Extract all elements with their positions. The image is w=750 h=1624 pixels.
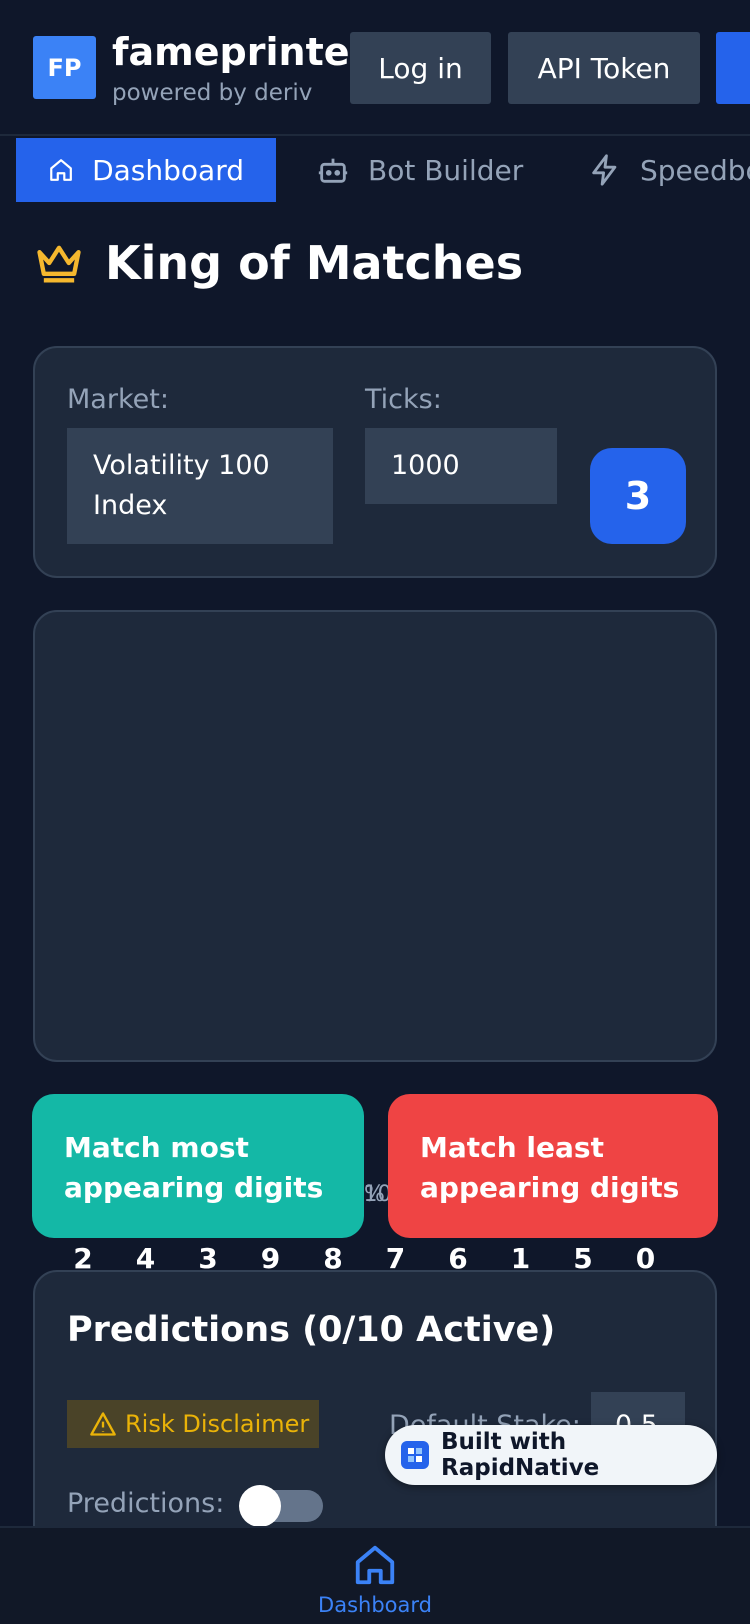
tab-label: Speedbo <box>640 153 750 187</box>
settings-card: Market: Volatility 100 Index Ticks: 1000… <box>33 346 717 578</box>
match-most-button[interactable]: Match most appearing digits <box>32 1094 364 1238</box>
rapidnative-badge[interactable]: Built with RapidNative <box>385 1425 717 1485</box>
risk-disclaimer-label: Risk Disclaimer <box>125 1410 310 1438</box>
predictions-card: Predictions (0/10 Active) Risk Disclaime… <box>33 1270 717 1570</box>
selected-digit-button[interactable]: 3 <box>590 448 686 544</box>
tab-label: Bot Builder <box>368 153 524 187</box>
ticks-label: Ticks: <box>365 384 442 415</box>
signup-button[interactable] <box>716 32 750 104</box>
tab-dashboard[interactable]: Dashboard <box>16 138 276 202</box>
bottom-nav: Dashboard <box>0 1526 750 1624</box>
digit-stats-card: 11.30%210.90%410.30%310.30%910.20%810.00… <box>33 610 717 1275</box>
predictions-toggle[interactable] <box>239 1485 323 1527</box>
market-select[interactable]: Volatility 100 Index <box>67 428 333 544</box>
home-icon <box>355 1545 395 1585</box>
bot-icon <box>318 158 348 183</box>
nav-tabs: Dashboard Bot Builder Speedbo <box>0 138 750 202</box>
bottom-nav-dashboard[interactable]: Dashboard <box>315 1542 435 1617</box>
rapidnative-icon <box>401 1441 429 1469</box>
lightning-icon <box>592 154 617 186</box>
toggle-knob <box>239 1485 281 1527</box>
login-button[interactable]: Log in <box>350 32 491 104</box>
tab-bot-builder[interactable]: Bot Builder <box>316 138 523 202</box>
home-icon <box>50 159 72 181</box>
tab-speedbot[interactable]: Speedbo <box>588 138 750 202</box>
crown-icon <box>37 245 81 283</box>
ticks-input[interactable]: 1000 <box>365 428 557 504</box>
tab-label: Dashboard <box>92 153 244 187</box>
api-token-button[interactable]: API Token <box>508 32 700 104</box>
page-heading: King of Matches <box>105 236 524 290</box>
bottom-nav-label: Dashboard <box>318 1593 432 1617</box>
app-logo: FP <box>33 36 96 99</box>
predictions-label: Predictions: <box>67 1488 225 1519</box>
predictions-title: Predictions (0/10 Active) <box>67 1310 556 1350</box>
warning-icon <box>90 1412 116 1436</box>
app-header: FP fameprinters powered by deriv Log in … <box>0 0 750 136</box>
page-title: King of Matches <box>33 236 523 290</box>
rapidnative-label: Built with RapidNative <box>441 1429 600 1481</box>
market-label: Market: <box>67 384 169 415</box>
brand-subtitle: powered by deriv <box>112 80 313 106</box>
risk-disclaimer-button[interactable]: Risk Disclaimer <box>67 1400 319 1448</box>
match-least-button[interactable]: Match least appearing digits <box>388 1094 718 1238</box>
